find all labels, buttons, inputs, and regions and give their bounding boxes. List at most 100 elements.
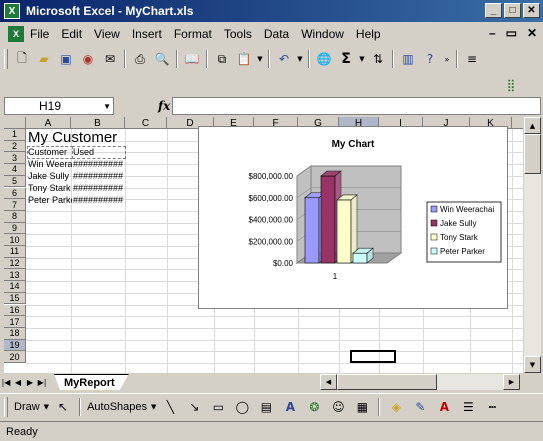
fill-color-icon[interactable]: ◈ (386, 397, 406, 417)
rectangle-icon[interactable]: ▭ (208, 397, 228, 417)
customer-cell[interactable]: Peter Parker (28, 195, 72, 206)
embedded-chart[interactable]: My Chart $0.00 $200,000.00 $400,000.00 $600,… (198, 126, 508, 309)
print-preview-icon[interactable]: 🔍 (152, 49, 172, 69)
draw-menu-button[interactable]: Draw (14, 401, 40, 413)
save-icon[interactable]: ▣ (56, 49, 76, 69)
name-box-dropdown-icon[interactable]: ▼ (103, 102, 111, 111)
scroll-left-button[interactable]: ◀ (320, 374, 337, 390)
row-header-10[interactable]: 10 (4, 234, 26, 246)
sum-icon[interactable]: Σ (336, 49, 356, 69)
new-icon[interactable]: 🗋 (12, 49, 32, 69)
sheet-title[interactable]: My Customer (28, 129, 188, 147)
scroll-right-button[interactable]: ▶ (503, 374, 520, 390)
sheet-tab-myreport[interactable]: MyReport (54, 374, 129, 390)
dash-style-icon[interactable]: ┅ (482, 397, 502, 417)
name-box[interactable]: H19 ▼ (4, 97, 114, 115)
arrow-icon[interactable]: ↘ (184, 397, 204, 417)
select-objects-icon[interactable]: ↖ (53, 397, 73, 417)
line-color-icon[interactable]: ✎ (410, 397, 430, 417)
permission-icon[interactable]: ◉ (78, 49, 98, 69)
email-icon[interactable]: ✉ (100, 49, 120, 69)
scroll-thumb[interactable] (524, 134, 541, 174)
worksheet-grid[interactable]: ABCDEFGHIJK 1 2 3 4 5 6 7 8 9 10 11 12 13 14 15 16 17 18 1… (4, 117, 523, 373)
picture-icon[interactable]: ▦ (352, 397, 372, 417)
menu-edit[interactable]: Edit (55, 27, 88, 41)
paste-icon[interactable]: 📋 (234, 49, 254, 69)
column-header-b[interactable]: B (71, 117, 125, 129)
sort-icon[interactable]: ⇅ (368, 49, 388, 69)
column-header-c[interactable]: C (125, 117, 167, 129)
doc-close-button[interactable]: ✕ (527, 26, 537, 40)
line-icon[interactable]: ╲ (160, 397, 180, 417)
clipart-icon[interactable]: ☺ (328, 397, 348, 417)
active-cell[interactable] (350, 350, 396, 363)
line-style-icon[interactable]: ☰ (458, 397, 478, 417)
diagram-icon[interactable]: ❂ (304, 397, 324, 417)
used-cell[interactable]: ########## (73, 159, 127, 170)
row-header-14[interactable]: 14 (4, 281, 26, 293)
row-header-9[interactable]: 9 (4, 222, 26, 235)
menu-file[interactable]: File (24, 27, 55, 41)
menu-tools[interactable]: Tools (218, 27, 258, 41)
row-header-5[interactable]: 5 (4, 175, 26, 188)
sum-dropdown-icon[interactable]: ▼ (358, 49, 366, 69)
hyperlink-icon[interactable]: 🌐 (314, 49, 334, 69)
row-header-13[interactable]: 13 (4, 269, 26, 282)
row-header-19[interactable]: 19 (4, 339, 26, 352)
textbox-icon[interactable]: ▤ (256, 397, 276, 417)
row-header-15[interactable]: 15 (4, 292, 26, 305)
customer-cell[interactable]: Jake Sully (28, 171, 72, 182)
row-header-7[interactable]: 7 (4, 199, 26, 211)
row-header-20[interactable]: 20 (4, 351, 26, 363)
row-header-16[interactable]: 16 (4, 304, 26, 317)
row-header-11[interactable]: 11 (4, 246, 26, 258)
row-header-3[interactable]: 3 (4, 152, 26, 165)
chart-object-icon[interactable]: ⣿ (501, 75, 521, 95)
column-header-a[interactable]: A (26, 117, 71, 129)
first-sheet-icon[interactable]: |◀ (0, 375, 12, 389)
next-sheet-icon[interactable]: ▶ (24, 375, 36, 389)
last-sheet-icon[interactable]: ▶| (36, 375, 48, 389)
workbook-icon[interactable]: X (8, 26, 24, 42)
menu-window[interactable]: Window (295, 27, 350, 41)
hscroll-thumb[interactable] (337, 374, 437, 390)
menu-data[interactable]: Data (258, 27, 295, 41)
row-header-8[interactable]: 8 (4, 210, 26, 223)
wordart-icon[interactable]: A (280, 397, 300, 417)
open-icon[interactable]: ▰ (34, 49, 54, 69)
vertical-scrollbar[interactable]: ▲ ▼ (524, 117, 541, 373)
draw-dropdown-icon[interactable]: ▼ (44, 403, 49, 411)
select-all-corner[interactable] (4, 117, 26, 129)
row-header-18[interactable]: 18 (4, 327, 26, 340)
menu-insert[interactable]: Insert (126, 27, 168, 41)
scroll-down-button[interactable]: ▼ (524, 356, 541, 373)
undo-dropdown-icon[interactable]: ▼ (296, 49, 304, 69)
insert-function-icon[interactable]: fx (158, 99, 170, 113)
customer-cell[interactable]: Win Weerachai (28, 159, 72, 170)
chart-wizard-icon[interactable]: ▥ (398, 49, 418, 69)
autoshapes-dropdown-icon[interactable]: ▼ (151, 403, 156, 411)
used-cell[interactable]: ########## (73, 183, 127, 194)
header-customer[interactable]: Customer (27, 146, 73, 159)
row-header-12[interactable]: 12 (4, 257, 26, 270)
formula-input[interactable] (172, 97, 541, 115)
row-header-2[interactable]: 2 (4, 140, 26, 153)
header-used[interactable]: Used (72, 146, 126, 159)
row-header-17[interactable]: 17 (4, 316, 26, 328)
copy-icon[interactable]: ⧉ (212, 49, 232, 69)
close-button[interactable]: ✕ (523, 3, 540, 18)
font-color-icon[interactable]: A (434, 397, 454, 417)
customer-cell[interactable]: Tony Stark (28, 183, 72, 194)
print-icon[interactable]: ⎙ (130, 49, 150, 69)
undo-icon[interactable]: ↶ (274, 49, 294, 69)
prev-sheet-icon[interactable]: ◀ (12, 375, 24, 389)
row-header-6[interactable]: 6 (4, 187, 26, 200)
doc-restore-button[interactable]: ▭ (506, 26, 517, 40)
help-icon[interactable]: ? (420, 49, 440, 69)
used-cell[interactable]: ########## (73, 171, 127, 182)
menu-view[interactable]: View (88, 27, 126, 41)
align-icon[interactable]: ≡ (462, 49, 482, 69)
autoshapes-button[interactable]: AutoShapes (87, 401, 147, 413)
horizontal-scrollbar[interactable]: ◀ ▶ (320, 374, 520, 390)
research-icon[interactable]: 📖 (182, 49, 202, 69)
